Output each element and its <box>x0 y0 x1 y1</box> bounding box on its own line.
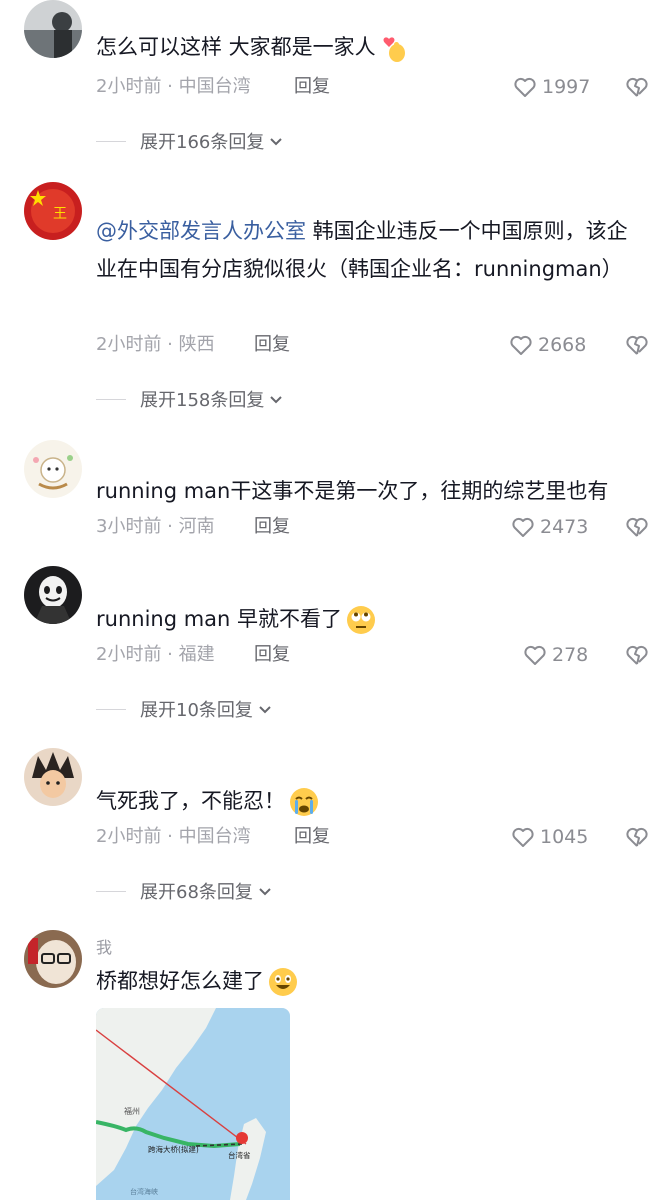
comment-text: 怎么可以这样 大家都是一家人 <box>96 28 648 66</box>
map-label-bridge: 跨海大桥(拟建) <box>148 1144 199 1154</box>
avatar[interactable]: 王 <box>24 182 82 240</box>
expand-replies-button[interactable]: 展开158条回复 <box>96 384 284 414</box>
like-count: 2473 <box>540 516 589 538</box>
expand-label: 展开10条回复 <box>140 700 253 721</box>
like-button[interactable]: 2473 <box>510 512 588 542</box>
reply-button[interactable]: 回复 <box>254 330 290 360</box>
divider-line <box>96 398 126 400</box>
like-button[interactable]: 2668 <box>508 330 586 360</box>
heart-icon <box>512 827 534 847</box>
time-location: 3小时前 · 河南 <box>96 516 215 537</box>
time-location: 2小时前 · 福建 <box>96 644 215 665</box>
comment-text: 桥都想好怎么建了 <box>96 962 648 1000</box>
rolling-eyes-emoji-icon <box>347 606 376 634</box>
avatar[interactable] <box>24 0 82 58</box>
dislike-button[interactable] <box>624 330 650 360</box>
map-label-taiwan: 台湾省 <box>228 1150 251 1160</box>
heart-icon <box>510 335 532 355</box>
expand-replies-button[interactable]: 展开166条回复 <box>96 126 284 156</box>
like-count: 278 <box>552 644 589 666</box>
time-location: 2小时前 · 陕西 <box>96 334 215 355</box>
chevron-down-icon <box>259 888 271 896</box>
map-drawing: 福州 跨海大桥(拟建) 台湾省 台湾海峡 <box>96 1008 290 1200</box>
avatar[interactable] <box>24 930 82 988</box>
comment-text: @外交部发言人办公室 韩国企业违反一个中国原则，该企业在中国有分店貌似很火（韩国… <box>96 219 628 281</box>
avatar[interactable] <box>24 748 82 806</box>
like-button[interactable]: 1045 <box>510 822 588 852</box>
heart-icon <box>524 645 546 665</box>
map-label-fuzhou: 福州 <box>124 1107 140 1116</box>
reply-button[interactable]: 回复 <box>254 512 290 542</box>
broken-heart-icon <box>626 517 648 537</box>
heart-icon <box>514 77 536 97</box>
broken-heart-icon <box>626 645 648 665</box>
map-label-strait: 台湾海峡 <box>130 1187 158 1196</box>
broken-heart-icon <box>626 335 648 355</box>
expand-replies-button[interactable]: 展开68条回复 <box>96 876 273 906</box>
like-button[interactable]: 1997 <box>512 72 590 102</box>
dislike-button[interactable] <box>624 640 650 670</box>
time-location: 2小时前 · 中国台湾 <box>96 826 251 847</box>
divider-line <box>96 708 126 710</box>
divider-line <box>96 140 126 142</box>
comment-text: 气死我了，不能忍！ <box>96 782 648 820</box>
dislike-button[interactable] <box>624 72 650 102</box>
heart-icon <box>512 517 534 537</box>
svg-text:王: 王 <box>53 206 67 222</box>
broken-heart-icon <box>626 827 648 847</box>
chevron-down-icon <box>270 138 283 146</box>
like-button[interactable]: 278 <box>522 640 588 670</box>
reply-button[interactable]: 回复 <box>294 72 330 102</box>
comment-text: running man干这事不是第一次了，往期的综艺里也有 <box>96 479 609 503</box>
reply-button[interactable]: 回复 <box>254 640 290 670</box>
time-location: 2小时前 · 中国台湾 <box>96 76 251 97</box>
like-count: 1997 <box>542 76 591 98</box>
mention-link[interactable]: @外交部发言人办公室 <box>96 219 306 243</box>
comment-text: running man 早就不看了 <box>96 600 648 638</box>
dislike-button[interactable] <box>624 512 650 542</box>
reply-button[interactable]: 回复 <box>294 822 330 852</box>
avatar[interactable] <box>24 566 82 624</box>
expand-replies-button[interactable]: 展开10条回复 <box>96 694 273 724</box>
crying-face-emoji-icon <box>290 788 318 816</box>
finger-heart-emoji-icon <box>383 37 405 62</box>
divider-line <box>96 890 126 892</box>
chevron-down-icon <box>259 706 271 714</box>
expand-label: 展开68条回复 <box>140 882 253 903</box>
map-image[interactable]: 福州 跨海大桥(拟建) 台湾省 台湾海峡 <box>96 1008 290 1200</box>
broken-heart-icon <box>626 77 648 97</box>
dislike-button[interactable] <box>624 822 650 852</box>
avatar[interactable] <box>24 440 82 498</box>
username[interactable]: 我 <box>96 934 112 958</box>
grinning-face-emoji-icon <box>269 968 297 996</box>
expand-label: 展开166条回复 <box>140 132 265 153</box>
like-count: 1045 <box>540 826 589 848</box>
chevron-down-icon <box>270 396 283 404</box>
expand-label: 展开158条回复 <box>140 390 265 411</box>
like-count: 2668 <box>538 334 587 356</box>
